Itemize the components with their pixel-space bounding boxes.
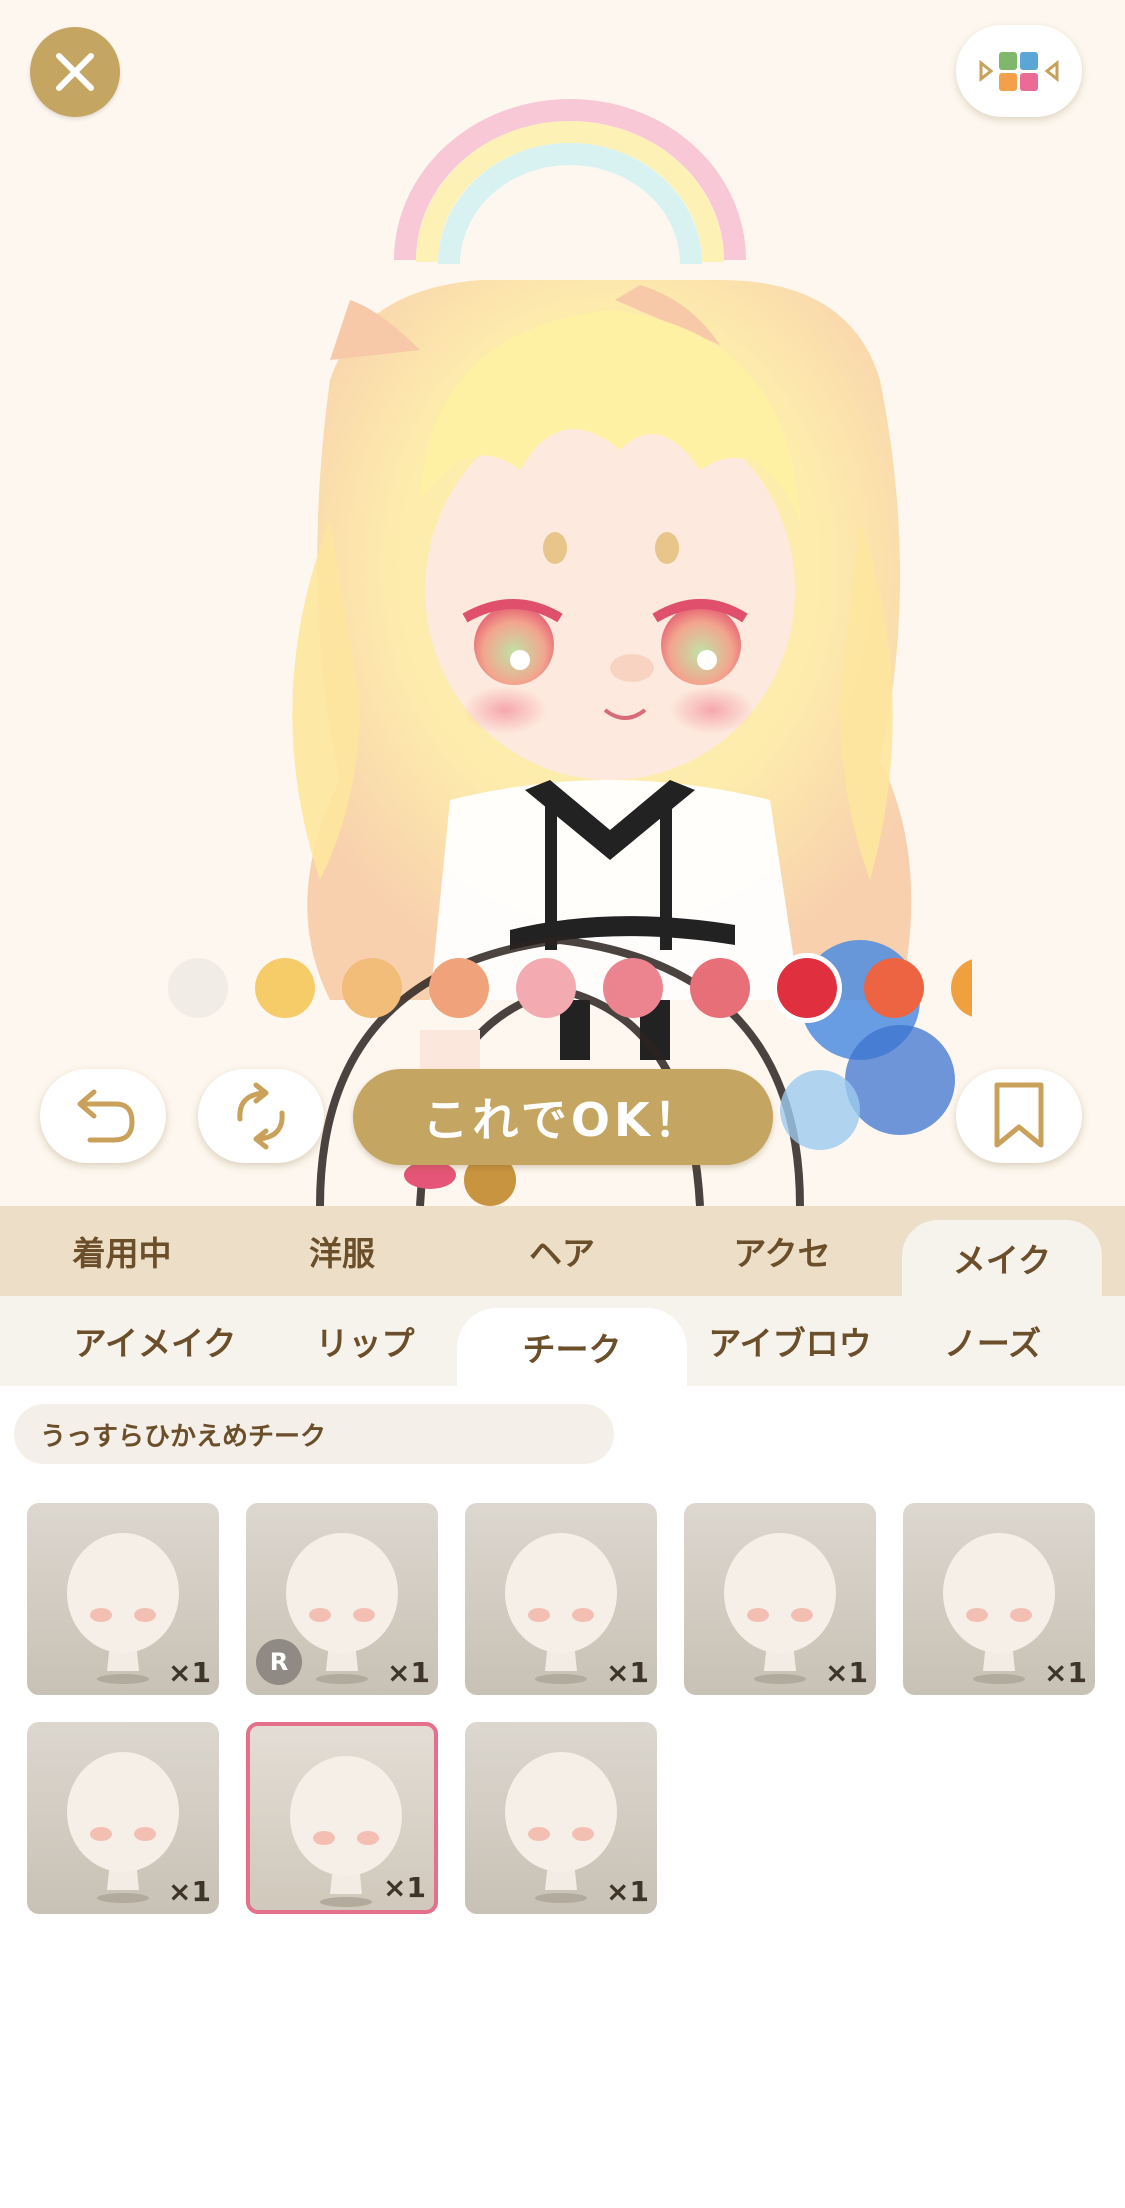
color-swatch[interactable]	[429, 958, 489, 1018]
item-tile[interactable]: ×1	[903, 1503, 1095, 1695]
color-swatch[interactable]	[516, 958, 576, 1018]
layout-switch-icon	[979, 52, 1059, 91]
item-tile[interactable]: ×1	[465, 1722, 657, 1914]
selected-item-name: うっすらひかえめチーク	[14, 1404, 614, 1464]
item-quantity: ×1	[168, 1875, 211, 1908]
avatar-stage: これでOK！	[0, 0, 1125, 1206]
color-swatch[interactable]	[864, 958, 924, 1018]
subtab-cheek[interactable]: チーク	[457, 1308, 687, 1386]
color-swatch[interactable]	[168, 958, 228, 1018]
reset-button[interactable]	[198, 1069, 324, 1163]
undo-icon	[77, 1089, 135, 1143]
subtab-eyebrow[interactable]: アイブロウ	[685, 1296, 895, 1386]
item-quantity: ×1	[387, 1656, 430, 1689]
tab-hair[interactable]: ヘア	[452, 1206, 672, 1296]
bookmark-icon	[994, 1082, 1044, 1148]
tab-clothes[interactable]: 洋服	[232, 1206, 452, 1296]
subtab-nose[interactable]: ノーズ	[895, 1296, 1090, 1386]
tab-makeup[interactable]: メイク	[902, 1220, 1102, 1296]
item-tile[interactable]: ×1	[246, 1722, 438, 1914]
close-button[interactable]	[30, 27, 120, 117]
item-quantity: ×1	[606, 1656, 649, 1689]
tab-accessory[interactable]: アクセ	[672, 1206, 892, 1296]
subtab-eye-makeup[interactable]: アイメイク	[40, 1296, 270, 1386]
item-tile[interactable]: ×1	[465, 1503, 657, 1695]
item-panel: うっすらひかえめチーク ×1 ×1 R ×1 ×1 ×1 ×1 ×1 ×1	[0, 1386, 1125, 2208]
item-quantity: ×1	[825, 1656, 868, 1689]
item-quantity: ×1	[1044, 1656, 1087, 1689]
bookmark-button[interactable]	[956, 1069, 1082, 1163]
color-swatch[interactable]	[951, 958, 972, 1018]
rainbow	[394, 99, 746, 265]
subcategory-tab-bar: アイメイク リップ チーク アイブロウ ノーズ	[0, 1296, 1125, 1386]
item-quantity: ×1	[383, 1871, 426, 1904]
color-swatch[interactable]	[690, 958, 750, 1018]
refresh-icon	[237, 1082, 285, 1150]
color-swatch[interactable]	[342, 958, 402, 1018]
item-quantity: ×1	[168, 1656, 211, 1689]
color-palette	[160, 950, 972, 1024]
category-tab-bar: 着用中 洋服 ヘア アクセ メイク	[0, 1206, 1125, 1296]
color-swatch[interactable]	[777, 958, 837, 1018]
color-swatch[interactable]	[255, 958, 315, 1018]
avatar-preview	[292, 99, 955, 1206]
rarity-badge: R	[256, 1639, 302, 1685]
tab-wearing[interactable]: 着用中	[12, 1206, 232, 1296]
subtab-lip[interactable]: リップ	[270, 1296, 460, 1386]
layout-switch-button[interactable]	[956, 25, 1082, 117]
item-tile[interactable]: ×1 R	[246, 1503, 438, 1695]
undo-button[interactable]	[40, 1069, 166, 1163]
close-icon	[56, 53, 94, 91]
ok-button[interactable]: これでOK！	[353, 1069, 773, 1165]
item-tile[interactable]: ×1	[27, 1503, 219, 1695]
color-swatch[interactable]	[603, 958, 663, 1018]
item-quantity: ×1	[606, 1875, 649, 1908]
item-tile[interactable]: ×1	[684, 1503, 876, 1695]
item-tile[interactable]: ×1	[27, 1722, 219, 1914]
